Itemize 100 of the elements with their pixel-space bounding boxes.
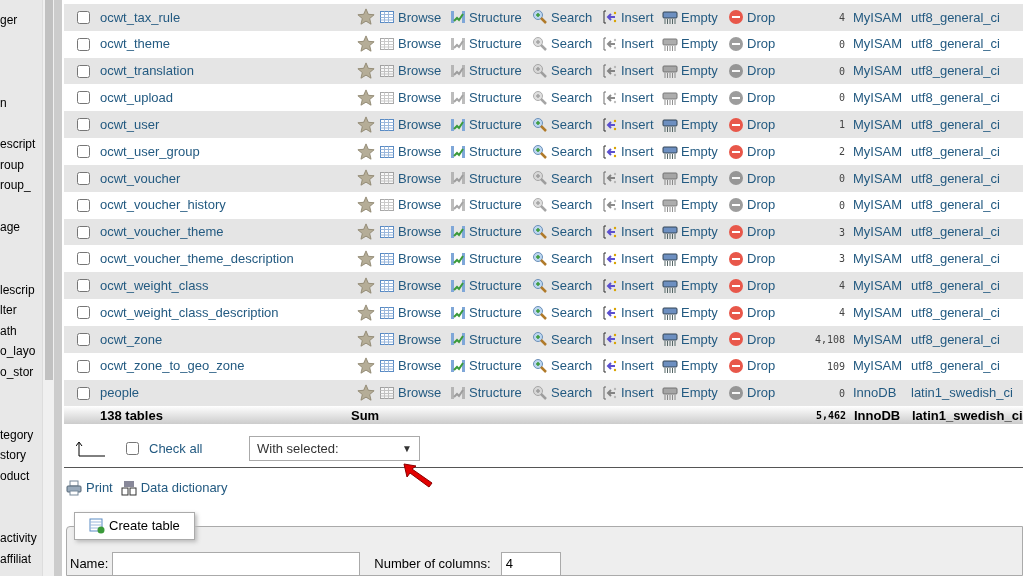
row-checkbox[interactable] (76, 171, 90, 185)
sidebar-item[interactable]: roup_ (0, 175, 42, 196)
name-input[interactable] (112, 551, 361, 576)
action-link[interactable]: Empty (662, 7, 728, 28)
action-link[interactable]: Search (532, 34, 602, 54)
star-icon[interactable] (357, 249, 375, 268)
action-link[interactable]: Insert (602, 195, 662, 215)
action-link[interactable]: Drop (728, 383, 784, 403)
data-dictionary-link[interactable]: Data dictionary (140, 478, 228, 498)
sidebar-item[interactable]: ath (0, 320, 42, 342)
star-icon[interactable] (357, 169, 375, 188)
action-link[interactable]: Browse (379, 275, 450, 296)
star-icon[interactable] (357, 303, 375, 322)
action-link[interactable]: Search (532, 329, 602, 350)
action-link[interactable]: Empty (662, 383, 728, 403)
sidebar-item[interactable]: ger (0, 10, 42, 31)
create-table-tab[interactable]: Create table (74, 511, 195, 540)
action-link[interactable]: Browse (379, 34, 450, 54)
action-link[interactable]: Structure (450, 7, 532, 28)
action-link[interactable]: Search (532, 222, 602, 242)
action-link[interactable]: Drop (728, 34, 784, 54)
sidebar-item[interactable]: lescrip (0, 279, 42, 301)
action-link[interactable]: Insert (602, 356, 662, 376)
action-link[interactable]: Browse (379, 302, 450, 323)
action-link[interactable]: Insert (602, 302, 662, 323)
action-link[interactable]: Insert (602, 7, 662, 28)
action-link[interactable]: Structure (450, 195, 532, 215)
action-link[interactable]: Browse (379, 61, 450, 81)
table-name-link[interactable]: ocwt_weight_class (100, 275, 357, 296)
action-link[interactable]: Search (532, 114, 602, 135)
action-link[interactable]: Structure (450, 61, 532, 81)
action-link[interactable]: Structure (450, 275, 532, 296)
table-name-link[interactable]: ocwt_user (100, 114, 357, 135)
star-icon[interactable] (357, 384, 375, 402)
sidebar-item[interactable]: o_layo (0, 341, 42, 362)
row-checkbox[interactable] (76, 252, 90, 266)
action-link[interactable]: Structure (450, 383, 532, 403)
action-link[interactable]: Browse (379, 383, 450, 403)
row-checkbox[interactable] (76, 386, 90, 400)
action-link[interactable]: Drop (728, 168, 784, 189)
check-all-label[interactable]: Check all (149, 439, 249, 459)
action-link[interactable]: Browse (379, 168, 450, 189)
action-link[interactable]: Empty (662, 249, 728, 269)
table-name-link[interactable]: ocwt_upload (100, 88, 357, 108)
sidebar-item[interactable]: roup (0, 154, 42, 176)
with-selected-dropdown[interactable]: With selected: ▼ (249, 436, 420, 462)
action-link[interactable]: Insert (602, 329, 662, 350)
action-link[interactable]: Structure (450, 88, 532, 108)
action-link[interactable]: Empty (662, 114, 728, 135)
action-link[interactable]: Empty (662, 141, 728, 162)
table-name-link[interactable]: ocwt_theme (100, 34, 357, 54)
row-checkbox[interactable] (76, 37, 90, 51)
sidebar-item[interactable]: affiliat (0, 548, 42, 570)
action-link[interactable]: Insert (602, 249, 662, 269)
action-link[interactable]: Browse (379, 141, 450, 162)
action-link[interactable]: Structure (450, 329, 532, 350)
action-link[interactable]: Insert (602, 141, 662, 162)
row-checkbox[interactable] (76, 279, 90, 293)
sidebar-item[interactable]: activity (0, 528, 42, 549)
star-icon[interactable] (357, 357, 375, 376)
action-link[interactable]: Search (532, 7, 602, 28)
action-link[interactable]: Search (532, 195, 602, 215)
table-name-link[interactable]: ocwt_voucher (100, 168, 357, 189)
sidebar-item[interactable]: lter (0, 300, 42, 321)
table-name-link[interactable]: ocwt_weight_class_description (100, 302, 357, 323)
action-link[interactable]: Search (532, 249, 602, 269)
table-name-link[interactable]: people (100, 383, 357, 403)
action-link[interactable]: Insert (602, 222, 662, 242)
action-link[interactable]: Empty (662, 302, 728, 323)
action-link[interactable]: Empty (662, 356, 728, 376)
row-checkbox[interactable] (76, 359, 90, 373)
row-checkbox[interactable] (76, 91, 90, 105)
action-link[interactable]: Browse (379, 88, 450, 108)
row-checkbox[interactable] (76, 118, 90, 132)
action-link[interactable]: Browse (379, 7, 450, 28)
star-icon[interactable] (357, 115, 375, 134)
row-checkbox[interactable] (76, 306, 90, 319)
action-link[interactable]: Browse (379, 195, 450, 215)
sidebar-item[interactable]: o_stor (0, 361, 42, 383)
print-link[interactable]: Print (86, 478, 113, 498)
action-link[interactable]: Search (532, 383, 602, 403)
table-name-link[interactable]: ocwt_zone_to_geo_zone (100, 356, 357, 376)
action-link[interactable]: Drop (728, 329, 784, 350)
action-link[interactable]: Browse (379, 329, 450, 350)
action-link[interactable]: Empty (662, 329, 728, 350)
sidebar-item[interactable]: story (0, 445, 42, 466)
table-name-link[interactable]: ocwt_user_group (100, 141, 357, 162)
action-link[interactable]: Search (532, 88, 602, 108)
sidebar-item[interactable]: age (0, 216, 42, 238)
action-link[interactable]: Structure (450, 114, 532, 135)
action-link[interactable]: Empty (662, 168, 728, 189)
action-link[interactable]: Empty (662, 88, 728, 108)
action-link[interactable]: Browse (379, 356, 450, 376)
star-icon[interactable] (357, 330, 375, 349)
action-link[interactable]: Drop (728, 195, 784, 215)
action-link[interactable]: Browse (379, 222, 450, 242)
action-link[interactable]: Structure (450, 302, 532, 323)
row-checkbox[interactable] (76, 198, 90, 212)
action-link[interactable]: Browse (379, 249, 450, 269)
star-icon[interactable] (357, 35, 375, 54)
